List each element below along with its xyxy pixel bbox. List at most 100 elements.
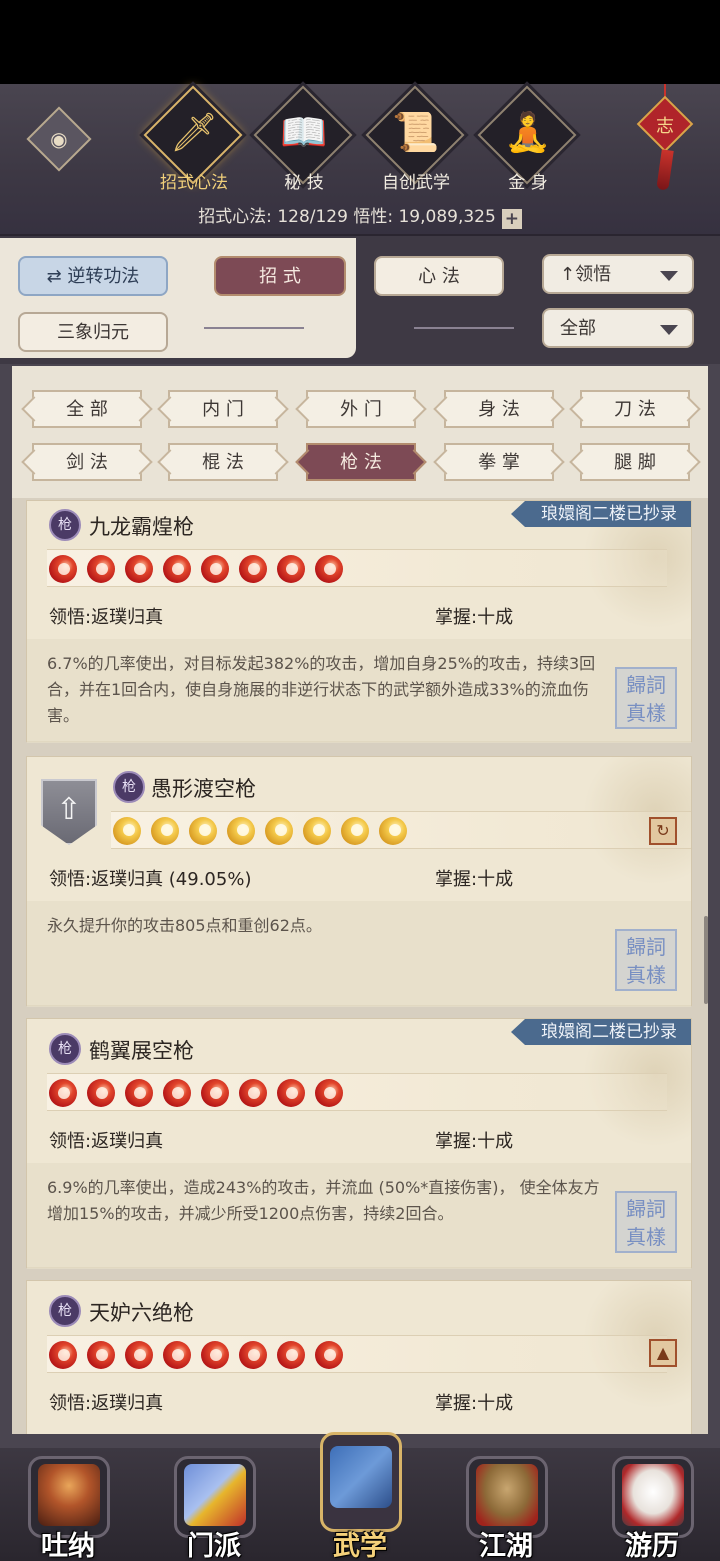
category-quanzhang[interactable]: 拳 掌 bbox=[444, 443, 554, 481]
nav-tuna[interactable]: 吐纳 bbox=[20, 1452, 116, 1561]
manual-book-icon bbox=[330, 1446, 392, 1508]
scope-dropdown[interactable]: 全部 bbox=[542, 308, 694, 348]
comprehension-text: 领悟:返璞归真 bbox=[49, 1393, 164, 1414]
nav-label: 门派 bbox=[187, 1531, 241, 1561]
seal-stamp: 歸詞 真樣 bbox=[615, 667, 677, 729]
orb-icon bbox=[239, 1079, 267, 1107]
monk-icon bbox=[38, 1464, 100, 1526]
skill-list: 琅嬛阁二楼已抄录 枪 九龙霸煌枪 领悟:返璞归真 掌握:十成 6.7%的几率使出… bbox=[12, 498, 708, 1434]
stats-line: 招式心法: 128/129 悟性: 19,089,325 + bbox=[0, 202, 720, 229]
nav-label: 武学 bbox=[333, 1531, 387, 1561]
mastery-text: 掌握:十成 bbox=[435, 1131, 514, 1152]
category-waimen[interactable]: 外 门 bbox=[306, 390, 416, 428]
skill-name: 九龙霸煌枪 bbox=[89, 515, 194, 539]
orb-icon bbox=[341, 817, 369, 845]
category-tuijiao[interactable]: 腿 脚 bbox=[580, 443, 690, 481]
spear-icon: 枪 bbox=[49, 1295, 81, 1327]
skill-card[interactable]: 枪 天妒六绝枪 ▲ 领悟:返璞归真 掌握:十成 bbox=[26, 1280, 692, 1434]
orb-icon bbox=[163, 1341, 191, 1369]
orb-icon bbox=[277, 555, 305, 583]
sanxiang-button[interactable]: 三象归元 bbox=[18, 312, 168, 352]
skill-description: 6.9%的几率使出，造成243%的攻击，并流血 (50%*直接伤害)， 使全体友… bbox=[27, 1163, 691, 1269]
xinfa-toggle[interactable]: 心 法 bbox=[374, 256, 504, 296]
banner-icon bbox=[184, 1464, 246, 1526]
copied-ribbon: 琅嬛阁二楼已抄录 bbox=[511, 1019, 691, 1045]
sword-icon: 🗡 bbox=[169, 110, 219, 154]
reverse-skill-button[interactable]: ⇄ 逆转功法 bbox=[18, 256, 168, 296]
category-jianfa[interactable]: 剑 法 bbox=[32, 443, 142, 481]
chinese-knot-icon[interactable]: 志 bbox=[636, 84, 694, 194]
comprehension-text: 领悟:返璞归真 bbox=[49, 607, 164, 628]
spear-icon: 枪 bbox=[49, 509, 81, 541]
sort-label: 领悟 bbox=[575, 264, 612, 285]
category-daofa[interactable]: 刀 法 bbox=[580, 390, 690, 428]
skill-card[interactable]: ⇧ 枪 愚形渡空枪 ↻ 领悟:返璞归真 (49.05%) 掌握:十成 永久提升你… bbox=[26, 756, 692, 1007]
orb-icon bbox=[201, 555, 229, 583]
comprehension-text: 领悟:返璞归真 bbox=[49, 1131, 164, 1152]
stats-text: 招式心法: 128/129 悟性: 19,089,325 bbox=[198, 207, 496, 227]
spear-icon: 枪 bbox=[113, 771, 145, 803]
upgrade-shield-icon[interactable]: ⇧ bbox=[41, 779, 97, 845]
chevron-down-icon bbox=[660, 325, 678, 335]
arrow-up-icon: ↑ bbox=[560, 264, 576, 285]
orb-icon bbox=[315, 1079, 343, 1107]
nav-label: 江湖 bbox=[479, 1531, 533, 1561]
nav-menpai[interactable]: 门派 bbox=[166, 1452, 262, 1561]
divider-ornament bbox=[414, 327, 514, 329]
status-bar bbox=[0, 0, 720, 84]
orb-icon bbox=[265, 817, 293, 845]
orb-icon bbox=[239, 555, 267, 583]
category-all[interactable]: 全 部 bbox=[32, 390, 142, 428]
orb-icon bbox=[125, 1341, 153, 1369]
tab-zichuang-wuxue[interactable]: 📜 自创武学 bbox=[365, 85, 466, 202]
skill-card[interactable]: 琅嬛阁二楼已抄录 枪 鹤翼展空枪 领悟:返璞归真 掌握:十成 6.9%的几率使出… bbox=[26, 1018, 692, 1269]
level-orbs bbox=[47, 1335, 667, 1373]
orb-icon bbox=[189, 817, 217, 845]
add-insight-button[interactable]: + bbox=[501, 209, 522, 229]
orb-icon bbox=[87, 1079, 115, 1107]
zhaoshi-toggle[interactable]: 招 式 bbox=[214, 256, 346, 296]
sort-dropdown[interactable]: ↑领悟 bbox=[542, 254, 694, 294]
orb-icon bbox=[315, 555, 343, 583]
copied-ribbon: 琅嬛阁二楼已抄录 bbox=[511, 501, 691, 527]
swap-icon: ⇄ bbox=[46, 266, 68, 287]
mastery-text: 掌握:十成 bbox=[435, 1393, 514, 1414]
nav-jianghu[interactable]: 江湖 bbox=[458, 1452, 554, 1561]
zhaoshi-label: 招 式 bbox=[259, 266, 301, 287]
mastery-text: 掌握:十成 bbox=[435, 607, 514, 628]
scrollbar[interactable] bbox=[704, 916, 708, 1004]
category-neimen[interactable]: 内 门 bbox=[168, 390, 278, 428]
skill-name: 鹤翼展空枪 bbox=[89, 1039, 194, 1063]
skill-type-icon[interactable]: ↻ bbox=[649, 817, 677, 845]
orb-icon bbox=[201, 1341, 229, 1369]
category-gunfa[interactable]: 棍 法 bbox=[168, 443, 278, 481]
tab-jinshen[interactable]: 🧘 金 身 bbox=[477, 85, 578, 202]
orb-icon bbox=[113, 817, 141, 845]
tab-miji[interactable]: 📖 秘 技 bbox=[253, 85, 354, 202]
orb-icon bbox=[303, 817, 331, 845]
skill-description: 永久提升你的攻击805点和重创62点。 bbox=[27, 901, 691, 1007]
reverse-skill-label: 逆转功法 bbox=[67, 266, 140, 287]
tab-zhaoshi-xinfa[interactable]: 🗡 招式心法 bbox=[143, 85, 244, 202]
book-icon: 📖 bbox=[280, 110, 328, 154]
skill-description: 6.7%的几率使出，对目标发起382%的攻击，增加自身25%的攻击，持续3回合，… bbox=[27, 639, 691, 743]
scope-label: 全部 bbox=[560, 318, 596, 339]
tab-label: 自创武学 bbox=[382, 173, 450, 193]
nav-wuxue[interactable]: 武学 bbox=[312, 1432, 408, 1561]
category-shenfa[interactable]: 身 法 bbox=[444, 390, 554, 428]
orb-icon bbox=[163, 555, 191, 583]
orb-icon bbox=[125, 555, 153, 583]
nav-youli[interactable]: 游历 bbox=[604, 1452, 700, 1561]
orb-icon bbox=[87, 555, 115, 583]
skill-type-icon[interactable]: ▲ bbox=[649, 1339, 677, 1367]
horse-icon bbox=[622, 1464, 684, 1526]
orb-icon bbox=[277, 1341, 305, 1369]
skill-card[interactable]: 琅嬛阁二楼已抄录 枪 九龙霸煌枪 领悟:返璞归真 掌握:十成 6.7%的几率使出… bbox=[26, 500, 692, 743]
seal-stamp: 歸詞 真樣 bbox=[615, 929, 677, 991]
category-qiangfa[interactable]: 枪 法 bbox=[306, 443, 416, 481]
tab-label: 金 身 bbox=[508, 173, 548, 193]
orb-icon bbox=[227, 817, 255, 845]
eye-icon: ◉ bbox=[50, 126, 68, 151]
spear-icon: 枪 bbox=[49, 1033, 81, 1065]
nav-label: 吐纳 bbox=[41, 1531, 95, 1561]
